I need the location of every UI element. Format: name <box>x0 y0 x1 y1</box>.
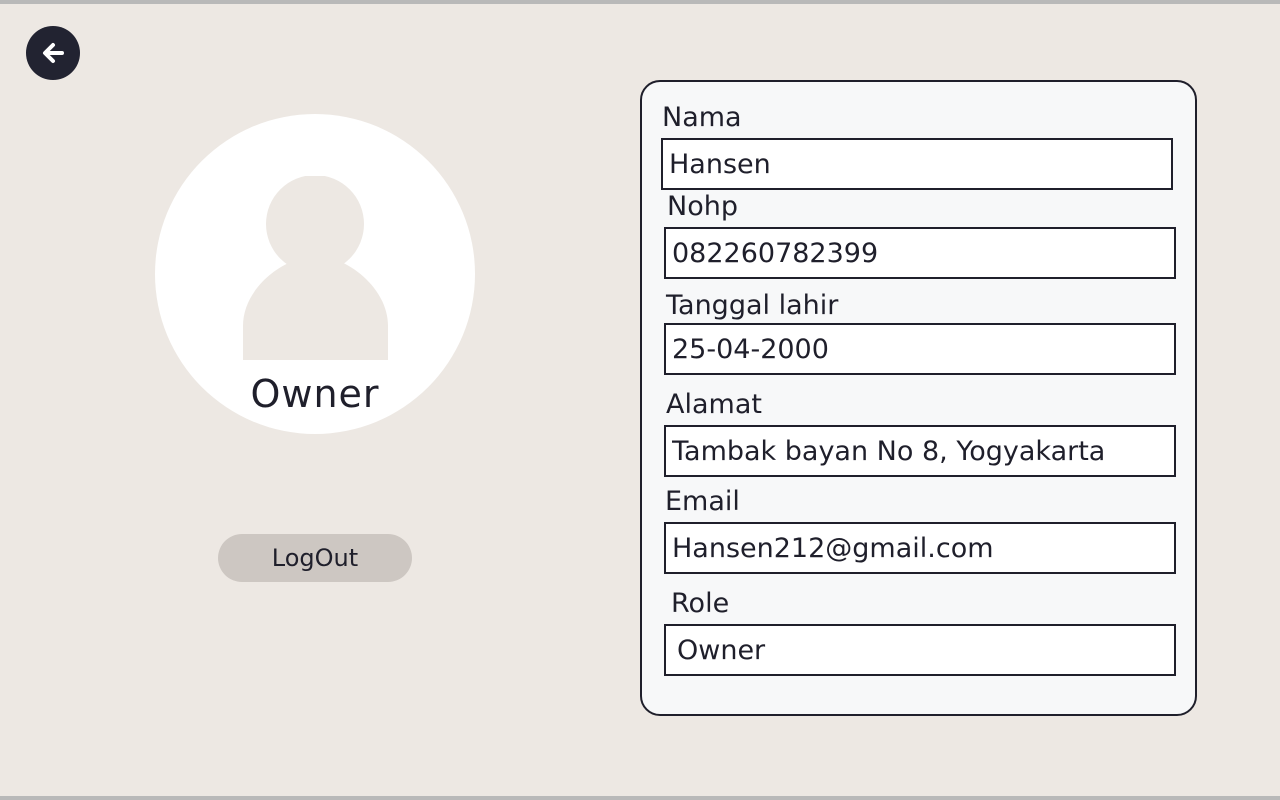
alamat-field[interactable] <box>664 425 1176 477</box>
avatar: Owner <box>155 114 475 434</box>
role-field[interactable] <box>664 624 1176 676</box>
profile-form-card: Nama Nohp Tanggal lahir Alamat Email Rol… <box>640 80 1197 716</box>
email-label: Email <box>665 486 740 517</box>
role-label: Role <box>671 588 730 619</box>
tanggal-lahir-field[interactable] <box>664 323 1176 375</box>
nohp-field[interactable] <box>664 227 1176 279</box>
email-field[interactable] <box>664 522 1176 574</box>
alamat-label: Alamat <box>666 389 762 420</box>
nohp-label: Nohp <box>667 191 738 222</box>
top-border <box>0 0 1280 4</box>
user-silhouette-icon <box>243 176 388 361</box>
arrow-left-icon <box>43 43 64 63</box>
tanggal-lahir-label: Tanggal lahir <box>666 290 839 321</box>
nama-label: Nama <box>662 102 742 133</box>
logout-button[interactable]: LogOut <box>218 534 412 582</box>
nama-field[interactable] <box>661 138 1173 190</box>
bottom-border <box>0 796 1280 800</box>
back-button[interactable] <box>26 26 80 80</box>
profile-role-label: Owner <box>250 372 380 416</box>
